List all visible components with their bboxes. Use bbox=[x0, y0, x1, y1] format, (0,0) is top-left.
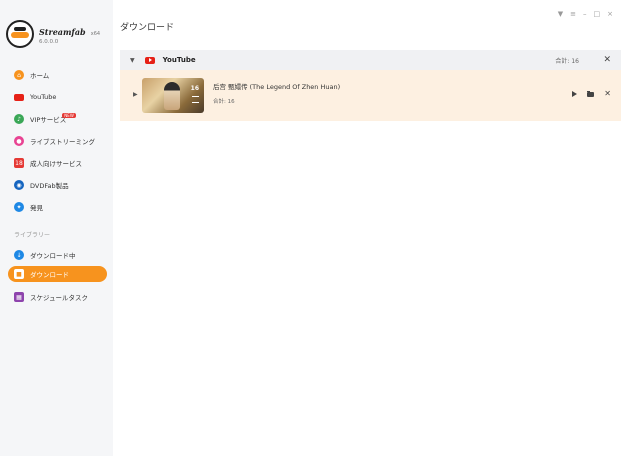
sidebar: Streamfab x64 6.0.0.0 ⌂ ホーム YouTube ♪ VI… bbox=[0, 0, 113, 456]
sidebar-item-label: スケジュールタスク bbox=[30, 294, 89, 302]
sidebar-nav: ⌂ ホーム YouTube ♪ VIPサービス NEW ● ライブストリーミング… bbox=[0, 64, 113, 308]
sidebar-item-downloaded[interactable]: ■ ダウンロード bbox=[8, 266, 107, 282]
expand-caret-icon[interactable]: ▶ bbox=[133, 91, 138, 98]
downloading-icon: ↓ bbox=[14, 250, 24, 260]
app-version: 6.0.0.0 bbox=[39, 39, 59, 46]
hamburger-menu-icon[interactable]: ≡ bbox=[570, 10, 576, 18]
minimize-icon[interactable]: – bbox=[583, 10, 587, 18]
window-controls: ▼ ≡ – □ × bbox=[558, 10, 613, 18]
group-total: 合計: 16 bbox=[555, 57, 579, 65]
schedule-icon: ▦ bbox=[14, 292, 24, 302]
group-header[interactable]: ▼ YouTube 合計: 16 ✕ bbox=[120, 50, 621, 70]
collapse-caret-icon[interactable]: ▼ bbox=[130, 57, 135, 64]
delete-icon[interactable]: ✕ bbox=[604, 90, 611, 98]
close-window-icon[interactable]: × bbox=[607, 10, 613, 18]
sidebar-item-label: ライブストリーミング bbox=[30, 138, 95, 146]
sidebar-item-label: 成人向けサービス bbox=[30, 160, 82, 168]
item-actions: ✕ bbox=[572, 90, 611, 98]
library-section-label: ライブラリー bbox=[14, 231, 51, 239]
thumbnail-count: 16 bbox=[190, 85, 199, 92]
app-arch: x64 bbox=[90, 31, 101, 38]
home-icon: ⌂ bbox=[14, 70, 24, 80]
sidebar-item-label: YouTube bbox=[30, 93, 57, 101]
folder-icon[interactable] bbox=[587, 90, 595, 97]
sidebar-item-live[interactable]: ● ライブストリーミング bbox=[0, 130, 113, 152]
discover-icon: ✦ bbox=[14, 202, 24, 212]
streamfab-logo-icon bbox=[6, 20, 34, 48]
app-logo: Streamfab x64 6.0.0.0 bbox=[6, 20, 100, 48]
sidebar-item-label: VIPサービス bbox=[30, 116, 67, 124]
sidebar-item-label: DVDFab製品 bbox=[30, 182, 69, 190]
page-title: ダウンロード bbox=[120, 23, 175, 33]
sidebar-item-home[interactable]: ⌂ ホーム bbox=[0, 64, 113, 86]
sidebar-item-vip[interactable]: ♪ VIPサービス NEW bbox=[0, 108, 113, 130]
live-icon: ● bbox=[14, 136, 24, 146]
new-badge: NEW bbox=[62, 112, 76, 118]
sidebar-item-dvdfab[interactable]: ◉ DVDFab製品 bbox=[0, 174, 113, 196]
group-close-icon[interactable]: ✕ bbox=[603, 55, 611, 65]
sidebar-item-schedule[interactable]: ▦ スケジュールタスク bbox=[0, 286, 113, 308]
download-item[interactable]: ▶ 16 后宫 甄嬛传 (The Legend Of Zhen Huan) 合計… bbox=[120, 70, 621, 121]
group-name: YouTube bbox=[162, 56, 196, 64]
youtube-icon bbox=[14, 93, 24, 101]
sidebar-item-adult[interactable]: 18 成人向けサービス bbox=[0, 152, 113, 174]
sidebar-item-label: ダウンロード bbox=[30, 271, 69, 279]
sidebar-item-label: ダウンロード中 bbox=[30, 252, 76, 260]
youtube-icon bbox=[144, 56, 155, 64]
maximize-icon[interactable]: □ bbox=[594, 10, 601, 18]
playlist-icon bbox=[192, 96, 199, 103]
sidebar-item-downloading[interactable]: ↓ ダウンロード中 bbox=[0, 244, 113, 266]
sidebar-item-label: ホーム bbox=[30, 72, 50, 80]
sidebar-item-label: 発見 bbox=[30, 204, 43, 212]
play-icon[interactable] bbox=[572, 91, 578, 97]
item-title: 后宫 甄嬛传 (The Legend Of Zhen Huan) bbox=[213, 83, 341, 91]
downloaded-icon: ■ bbox=[14, 269, 24, 279]
adult-icon: 18 bbox=[14, 158, 24, 168]
sidebar-item-youtube[interactable]: YouTube bbox=[0, 86, 113, 108]
dvdfab-icon: ◉ bbox=[14, 180, 24, 190]
item-thumbnail: 16 bbox=[142, 78, 204, 113]
item-total: 合計: 16 bbox=[213, 99, 235, 105]
vip-icon: ♪ bbox=[14, 114, 24, 124]
sidebar-item-discover[interactable]: ✦ 発見 bbox=[0, 196, 113, 218]
download-group-youtube: ▼ YouTube 合計: 16 ✕ ▶ 16 后宫 甄嬛传 (The Lege… bbox=[120, 50, 621, 122]
menu-dropdown-icon[interactable]: ▼ bbox=[558, 10, 563, 18]
app-name: Streamfab bbox=[39, 27, 86, 38]
